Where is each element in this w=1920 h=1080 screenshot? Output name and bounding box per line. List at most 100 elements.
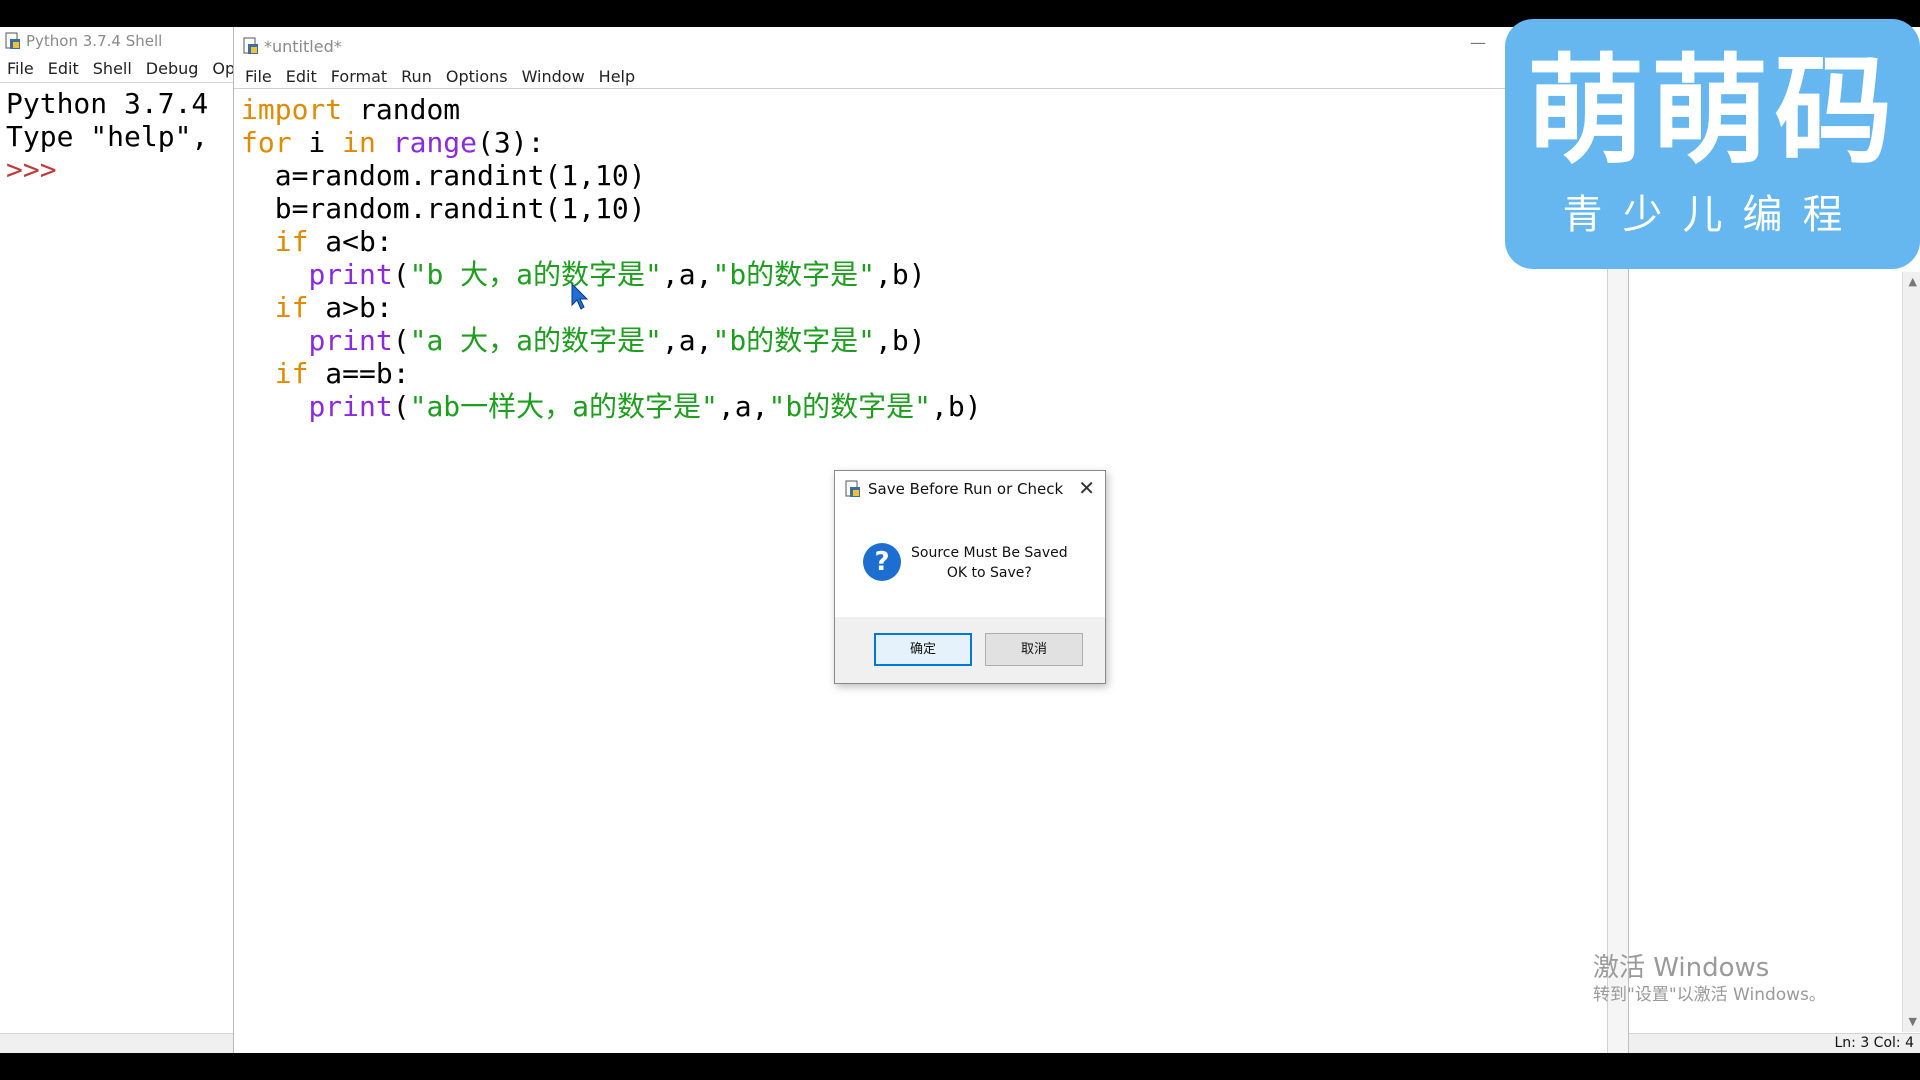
logo-subtitle: 青少儿编程 bbox=[1562, 192, 1863, 238]
string-literal: "ab一样大，a的数字是" bbox=[409, 390, 718, 423]
keyword: import bbox=[241, 93, 343, 126]
logo-title: 萌萌码 bbox=[1526, 42, 1899, 180]
activation-title: 激活 Windows bbox=[1593, 953, 1770, 983]
builtin: print bbox=[308, 258, 393, 291]
shell-title: Python 3.7.4 Shell bbox=[26, 31, 163, 50]
question-icon: ? bbox=[863, 543, 901, 581]
code-line: print("ab一样大，a的数字是",a,"b的数字是",b) bbox=[241, 390, 982, 423]
save-before-run-dialog[interactable]: Save Before Run or Check ✕ ? Source Must… bbox=[834, 470, 1106, 684]
shell-menu-debug[interactable]: Debug bbox=[139, 59, 206, 78]
dialog-message: Source Must Be Saved OK to Save? bbox=[911, 543, 1068, 583]
shell-line: Type "help", bbox=[6, 120, 226, 153]
keyword: for bbox=[241, 126, 292, 159]
code-text: ,b) bbox=[931, 390, 982, 423]
shell-menu-edit[interactable]: Edit bbox=[41, 59, 86, 78]
shell-prompt: >>> bbox=[6, 153, 57, 186]
string-literal: "b 大，a的数字是" bbox=[409, 258, 662, 291]
scroll-down-icon[interactable]: ▼ bbox=[1909, 1015, 1917, 1028]
editor-titlebar[interactable]: *untitled* — bbox=[234, 27, 1628, 65]
keyword: if bbox=[274, 357, 309, 390]
code-text: ,a, bbox=[661, 324, 713, 357]
code-text: a>b: bbox=[308, 291, 393, 324]
code-text: ,b) bbox=[875, 324, 926, 357]
code-text: a<b: bbox=[308, 225, 393, 258]
editor-menu-run[interactable]: Run bbox=[394, 67, 439, 86]
shell-menu-shell[interactable]: Shell bbox=[86, 59, 139, 78]
string-literal: "a 大，a的数字是" bbox=[409, 324, 662, 357]
code-text: a==b: bbox=[308, 357, 410, 390]
scroll-up-icon[interactable]: ▲ bbox=[1909, 275, 1917, 288]
dialog-message-line: OK to Save? bbox=[946, 565, 1032, 581]
ok-button[interactable]: 确定 bbox=[874, 633, 972, 666]
code-text: ,b) bbox=[875, 258, 926, 291]
code-editor-area[interactable]: import random for i in range(3): a=random… bbox=[241, 93, 982, 423]
code-line: if a>b: bbox=[241, 291, 982, 324]
editor-menu-help[interactable]: Help bbox=[592, 67, 642, 86]
code-text: ( bbox=[392, 390, 410, 423]
string-literal: "b的数字是" bbox=[712, 324, 876, 357]
python-app-icon bbox=[845, 480, 860, 497]
code-text: (3): bbox=[477, 126, 545, 159]
shell-titlebar[interactable]: Python 3.7.4 Shell bbox=[0, 27, 233, 54]
code-line: print("b 大，a的数字是",a,"b的数字是",b) bbox=[241, 258, 982, 291]
shell-menu-file[interactable]: File bbox=[0, 59, 41, 78]
status-bar-position: Ln: 3 Col: 4 bbox=[1629, 1033, 1920, 1053]
shell-status-bar bbox=[0, 1033, 233, 1053]
string-literal: "b的数字是" bbox=[712, 258, 876, 291]
editor-title: *untitled* bbox=[264, 36, 342, 56]
mouse-cursor-icon bbox=[571, 283, 589, 310]
dialog-titlebar[interactable]: Save Before Run or Check ✕ bbox=[835, 471, 1105, 507]
code-line: import random bbox=[241, 93, 982, 126]
bottom-letterbox bbox=[0, 1053, 1920, 1080]
code-line: if a==b: bbox=[241, 357, 982, 390]
dialog-body: ? Source Must Be Saved OK to Save? bbox=[835, 507, 1105, 609]
editor-menubar: File Edit Format Run Options Window Help bbox=[234, 65, 1628, 89]
editor-menu-options[interactable]: Options bbox=[439, 67, 515, 86]
code-line: for i in range(3): bbox=[241, 126, 982, 159]
cancel-button[interactable]: 取消 bbox=[985, 633, 1083, 666]
close-icon[interactable]: ✕ bbox=[1078, 477, 1095, 499]
code-text: ,a, bbox=[661, 258, 713, 291]
dialog-footer: 确定 取消 bbox=[835, 617, 1105, 683]
editor-menu-edit[interactable]: Edit bbox=[279, 67, 324, 86]
editor-menu-file[interactable]: File bbox=[238, 67, 279, 86]
code-line: print("a 大，a的数字是",a,"b的数字是",b) bbox=[241, 324, 982, 357]
keyword: if bbox=[274, 225, 309, 258]
activation-watermark: 激活 Windows 转到"设置"以激活 Windows。 bbox=[1593, 953, 1826, 1007]
code-line: b=random.randint(1,10) bbox=[241, 192, 646, 225]
builtin: print bbox=[308, 390, 393, 423]
code-text: ( bbox=[392, 258, 410, 291]
code-line: if a<b: bbox=[241, 225, 982, 258]
editor-menu-format[interactable]: Format bbox=[324, 67, 394, 86]
python-file-icon bbox=[243, 37, 258, 54]
builtin: print bbox=[308, 324, 393, 357]
shell-text-area[interactable]: Python 3.7.4 Type "help", >>> bbox=[0, 82, 233, 186]
brand-logo: 萌萌码 青少儿编程 bbox=[1505, 19, 1920, 269]
code-text: ( bbox=[392, 324, 410, 357]
shell-menubar: File Edit Shell Debug Opti bbox=[0, 54, 233, 82]
code-text: random bbox=[342, 93, 461, 126]
activation-subtitle: 转到"设置"以激活 Windows。 bbox=[1593, 985, 1826, 1005]
code-text: ,a, bbox=[717, 390, 769, 423]
dialog-title: Save Before Run or Check bbox=[868, 480, 1064, 498]
dialog-message-line: Source Must Be Saved bbox=[911, 545, 1068, 561]
shell-line: Python 3.7.4 bbox=[6, 87, 226, 120]
python-file-icon bbox=[5, 32, 20, 49]
editor-menu-window[interactable]: Window bbox=[515, 67, 592, 86]
keyword: if bbox=[274, 291, 309, 324]
desktop: Python 3.7.4 Shell File Edit Shell Debug… bbox=[0, 0, 1920, 1080]
shell-menu-options[interactable]: Opti bbox=[205, 59, 233, 78]
code-line: a=random.randint(1,10) bbox=[241, 159, 646, 192]
minimize-icon[interactable]: — bbox=[1468, 33, 1488, 53]
keyword: in bbox=[342, 126, 376, 159]
code-text: i bbox=[291, 126, 343, 159]
vertical-scrollbar[interactable] bbox=[1902, 272, 1920, 1032]
python-shell-window[interactable]: Python 3.7.4 Shell File Edit Shell Debug… bbox=[0, 27, 234, 1053]
